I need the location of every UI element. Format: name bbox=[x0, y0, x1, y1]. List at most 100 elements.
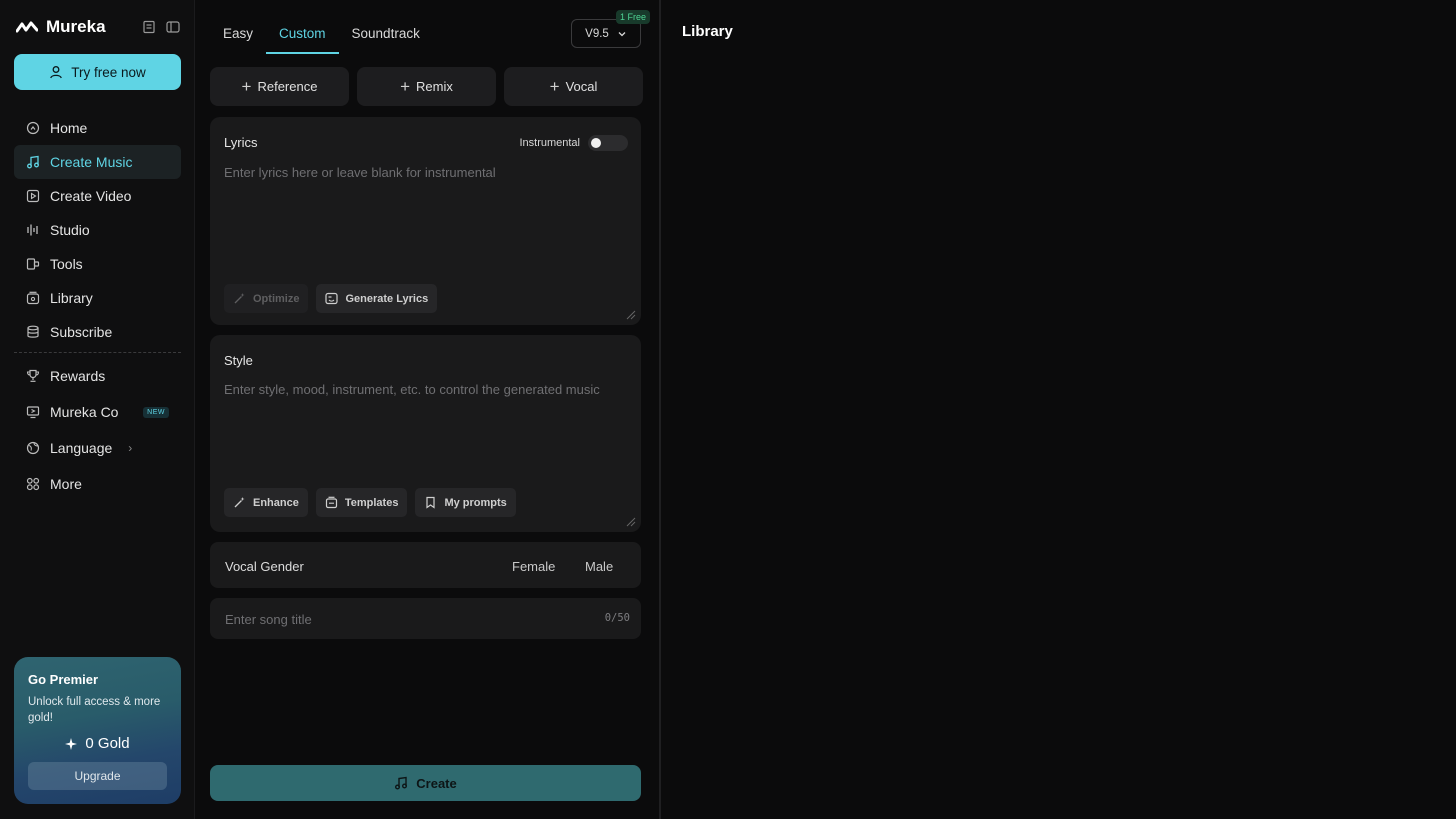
magic-wand-icon bbox=[233, 292, 246, 305]
sidebar-item-create-music[interactable]: Create Music bbox=[14, 145, 181, 179]
studio-icon bbox=[26, 223, 40, 237]
sidebar-item-studio[interactable]: Studio bbox=[14, 213, 181, 247]
remix-label: Remix bbox=[416, 79, 453, 94]
secondary-nav: Rewards Mureka Co NEW Language › More bbox=[14, 358, 181, 502]
optimize-label: Optimize bbox=[253, 292, 300, 305]
sidebar-toggle-icon[interactable] bbox=[166, 20, 180, 34]
templates-label: Templates bbox=[344, 496, 399, 509]
create-button[interactable]: Create bbox=[210, 765, 641, 801]
remix-button[interactable]: + Remix bbox=[357, 67, 496, 106]
vocal-button[interactable]: + Vocal bbox=[504, 67, 643, 106]
sidebar-item-label: Home bbox=[50, 120, 88, 136]
plus-icon: + bbox=[241, 76, 252, 96]
sidebar-item-label: Subscribe bbox=[50, 324, 113, 340]
sidebar-item-label: Tools bbox=[50, 256, 83, 272]
library-title: Library bbox=[682, 23, 733, 40]
style-title: Style bbox=[224, 353, 253, 368]
globe-icon bbox=[26, 441, 40, 455]
male-option[interactable]: Male bbox=[585, 559, 613, 574]
brand[interactable]: Mureka bbox=[16, 17, 106, 37]
library-icon bbox=[26, 291, 40, 305]
enhance-label: Enhance bbox=[253, 496, 299, 509]
optimize-button[interactable]: Optimize bbox=[224, 284, 309, 313]
female-option[interactable]: Female bbox=[512, 559, 555, 574]
sidebar-item-label: More bbox=[50, 476, 82, 492]
mureka-wave-icon bbox=[16, 20, 38, 34]
sparkle-icon bbox=[65, 737, 78, 750]
my-prompts-label: My prompts bbox=[444, 496, 507, 509]
sidebar-item-tools[interactable]: Tools bbox=[14, 247, 181, 281]
sidebar-item-label: Library bbox=[50, 290, 93, 306]
sidebar-item-label: Mureka Co bbox=[50, 404, 119, 420]
premier-description: Unlock full access & more gold! bbox=[28, 696, 161, 724]
my-prompts-button[interactable]: My prompts bbox=[415, 488, 516, 517]
song-title-field: 0/50 bbox=[210, 598, 641, 639]
database-icon bbox=[26, 325, 40, 339]
plus-icon: + bbox=[549, 76, 560, 96]
grid-icon bbox=[26, 477, 40, 491]
sidebar-item-more[interactable]: More bbox=[14, 466, 181, 502]
tab-custom[interactable]: Custom bbox=[266, 20, 339, 54]
reference-label: Reference bbox=[257, 79, 318, 94]
style-card: Style Enter style, mood, instrument, etc… bbox=[210, 335, 641, 532]
sidebar-item-label: Language bbox=[50, 440, 113, 456]
resize-handle-icon[interactable] bbox=[626, 310, 636, 320]
tools-icon bbox=[26, 257, 40, 271]
sidebar-item-rewards[interactable]: Rewards bbox=[14, 358, 181, 394]
vocal-gender-label: Vocal Gender bbox=[225, 559, 304, 574]
video-icon bbox=[26, 189, 40, 203]
premier-title: Go Premier bbox=[28, 672, 99, 687]
new-badge: NEW bbox=[143, 406, 169, 418]
nav-divider bbox=[14, 352, 181, 353]
generate-lyrics-button[interactable]: Generate Lyrics bbox=[316, 284, 438, 313]
sidebar-item-label: Studio bbox=[50, 222, 90, 238]
sidebar-item-home[interactable]: Home bbox=[14, 111, 181, 145]
free-badge: 1 Free bbox=[616, 10, 651, 24]
resize-handle-icon[interactable] bbox=[626, 517, 636, 527]
reference-button[interactable]: + Reference bbox=[210, 67, 349, 106]
magic-wand-icon bbox=[233, 496, 246, 509]
instrumental-toggle[interactable] bbox=[588, 135, 628, 151]
version-label: V9.5 bbox=[585, 27, 609, 40]
plus-icon: + bbox=[400, 76, 411, 96]
mode-tabs: Easy Custom Soundtrack bbox=[210, 20, 433, 54]
sidebar-item-subscribe[interactable]: Subscribe bbox=[14, 315, 181, 349]
instrumental-control: Instrumental bbox=[519, 135, 628, 151]
lyrics-title: Lyrics bbox=[224, 135, 258, 150]
trophy-icon bbox=[26, 369, 40, 383]
templates-button[interactable]: Templates bbox=[315, 488, 408, 517]
generate-lyrics-icon bbox=[325, 292, 339, 305]
sidebar-item-label: Create Music bbox=[50, 154, 133, 170]
song-title-input[interactable] bbox=[225, 609, 585, 629]
chevron-down-icon bbox=[617, 29, 627, 39]
gold-amount: 0 Gold bbox=[85, 735, 130, 752]
chevron-right-icon: › bbox=[128, 441, 133, 455]
vocal-label: Vocal bbox=[565, 79, 598, 94]
create-label: Create bbox=[416, 775, 457, 791]
sidebar-item-create-video[interactable]: Create Video bbox=[14, 179, 181, 213]
sidebar-item-language[interactable]: Language › bbox=[14, 430, 181, 466]
tab-easy[interactable]: Easy bbox=[210, 20, 266, 48]
vocal-gender-row: Vocal Gender Female Male bbox=[210, 542, 641, 588]
notes-icon[interactable] bbox=[142, 20, 156, 34]
panel-divider[interactable] bbox=[659, 0, 661, 819]
instrumental-label: Instrumental bbox=[519, 137, 580, 149]
upgrade-button[interactable]: Upgrade bbox=[28, 762, 167, 790]
reference-row: + Reference + Remix + Vocal bbox=[210, 67, 643, 106]
lyrics-input[interactable]: Enter lyrics here or leave blank for ins… bbox=[224, 165, 496, 180]
gold-balance: 0 Gold bbox=[28, 735, 167, 752]
sidebar-item-label: Create Video bbox=[50, 188, 132, 204]
lyrics-card: Lyrics Instrumental Enter lyrics here or… bbox=[210, 117, 641, 325]
sidebar-item-mureka-co[interactable]: Mureka Co NEW bbox=[14, 394, 181, 430]
try-free-label: Try free now bbox=[71, 64, 146, 80]
bookmark-icon bbox=[424, 496, 437, 509]
sidebar-item-library[interactable]: Library bbox=[14, 281, 181, 315]
main-nav: Home Create Music Create Video Studio To… bbox=[14, 111, 181, 349]
try-free-button[interactable]: Try free now bbox=[14, 54, 181, 90]
style-input[interactable]: Enter style, mood, instrument, etc. to c… bbox=[224, 382, 600, 397]
brand-name: Mureka bbox=[46, 17, 106, 36]
tab-soundtrack[interactable]: Soundtrack bbox=[339, 20, 433, 48]
enhance-button[interactable]: Enhance bbox=[224, 488, 308, 517]
user-icon bbox=[49, 65, 63, 79]
music-note-icon bbox=[26, 155, 40, 169]
